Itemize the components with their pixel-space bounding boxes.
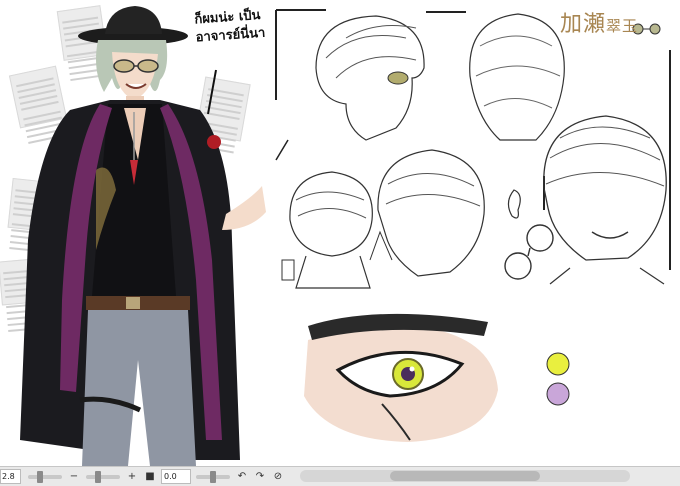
swatch-purple [546, 382, 570, 406]
zoom-slider[interactable] [28, 470, 62, 483]
sketch-ear-glasses [504, 189, 554, 280]
character-name-mark: 加瀬翠玉 [560, 6, 638, 38]
angle-slider-thumb[interactable] [210, 470, 216, 483]
fit-square-icon[interactable]: ■ [143, 470, 157, 484]
sketch-head-profile [315, 15, 425, 141]
sunglasses-left [113, 59, 135, 73]
reset-rotation-icon[interactable]: ⊘ [271, 470, 285, 484]
zoom-in-button[interactable]: + [125, 470, 139, 484]
sunglasses-right [137, 59, 159, 73]
angle-value-field[interactable]: 0.0 [161, 469, 191, 484]
zoom-out-button[interactable]: − [67, 470, 81, 484]
rotate-right-icon[interactable]: ↷ [253, 470, 267, 484]
sketch-head-three-quarter [369, 149, 485, 277]
hat-crown [105, 6, 162, 34]
canvas-toolbar: 2.8 − + ■ 0.0 ↶ ↷ ⊘ [0, 466, 680, 486]
title-mark-sub: 翠玉 [606, 17, 639, 35]
face [112, 52, 158, 100]
red-charm [207, 135, 221, 149]
rotate-left-icon[interactable]: ↶ [235, 470, 249, 484]
zoom-value-field[interactable]: 2.8 [0, 469, 21, 484]
title-mark-main: 加瀬 [560, 12, 607, 37]
angle-slider[interactable] [196, 470, 230, 483]
swatch-yellow [546, 352, 570, 376]
character-illustration [20, 6, 266, 466]
eye-closeup [304, 313, 498, 442]
horizontal-scrollbar[interactable] [300, 470, 630, 482]
color-swatches [546, 352, 570, 406]
zoom-range-thumb[interactable] [94, 470, 101, 483]
horizontal-scrollbar-thumb[interactable] [390, 471, 540, 481]
note-pointer-line [207, 69, 217, 115]
zoom-range-slider[interactable] [86, 470, 120, 483]
drawing-canvas[interactable]: ก็ผมน่ะ เป็น อาจารย์นี่นา 加瀬翠玉 [0, 0, 680, 466]
pants [82, 310, 196, 466]
zoom-slider-thumb[interactable] [36, 470, 43, 483]
